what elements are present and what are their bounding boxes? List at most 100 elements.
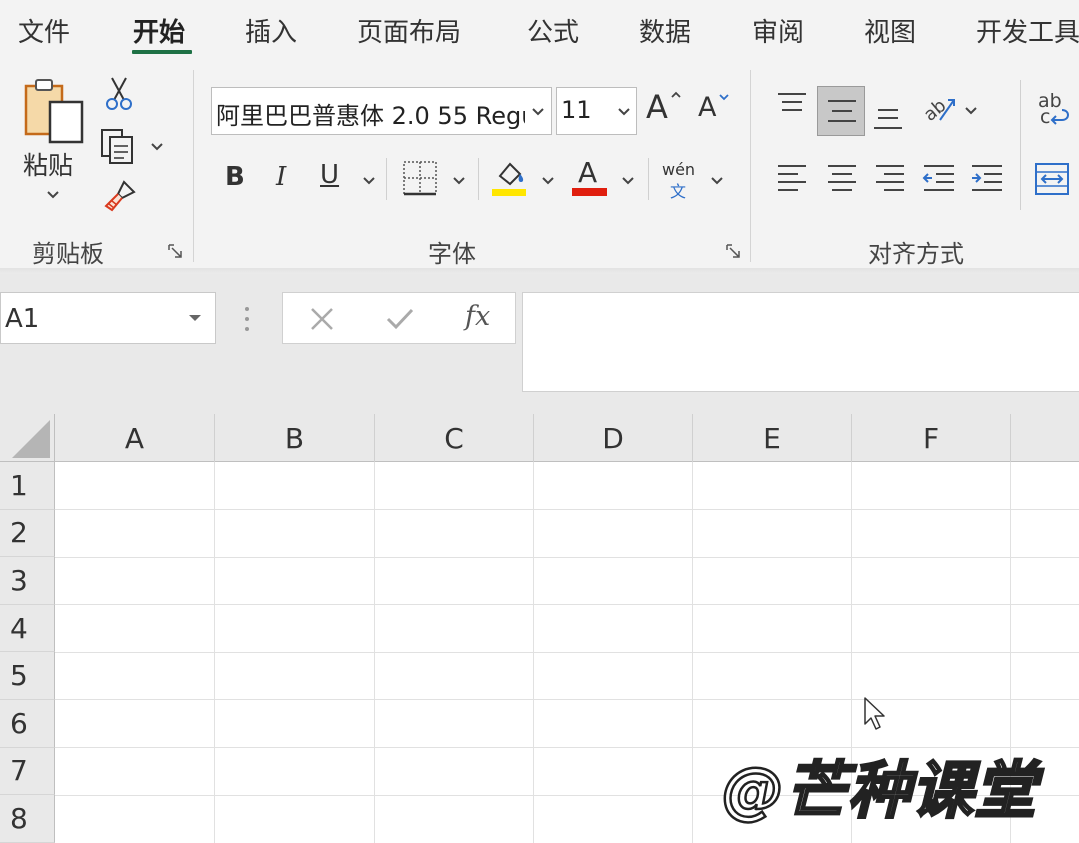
- underline-dropdown-icon[interactable]: [362, 176, 376, 186]
- font-size-value: 11: [561, 96, 592, 124]
- fill-color-icon[interactable]: [492, 158, 528, 198]
- insert-function-button[interactable]: fx: [465, 301, 490, 332]
- underline-button[interactable]: U: [320, 160, 339, 190]
- paste-icon: [24, 79, 84, 144]
- formula-bar-resize-handle-icon[interactable]: [242, 304, 252, 334]
- decrease-font-size-button[interactable]: A: [698, 90, 734, 130]
- divider: [478, 158, 479, 200]
- select-all-button[interactable]: [0, 414, 55, 462]
- chevron-down-icon: [532, 108, 544, 116]
- increase-indent-icon[interactable]: [970, 162, 1004, 194]
- bold-button[interactable]: B: [225, 162, 245, 192]
- row-header-4[interactable]: 4: [0, 604, 55, 653]
- caret-down-icon: [719, 94, 729, 101]
- tab-formulas[interactable]: 公式: [527, 12, 579, 49]
- phonetic-bottom-label: 文: [670, 182, 687, 201]
- grid-line: [55, 699, 1079, 701]
- paste-button[interactable]: 粘贴: [22, 76, 88, 216]
- chevron-down-icon: [618, 108, 630, 116]
- merge-center-icon[interactable]: [1034, 162, 1070, 196]
- row-header-1[interactable]: 1: [0, 462, 55, 510]
- divider: [386, 158, 387, 200]
- tab-home[interactable]: 开始: [133, 12, 185, 49]
- column-header-d[interactable]: D: [534, 414, 693, 462]
- wrap-arrow-icon: [1050, 109, 1069, 125]
- font-group-label: 字体: [428, 240, 476, 268]
- formula-bar-buttons: fx: [282, 292, 516, 344]
- tab-review[interactable]: 审阅: [752, 12, 804, 49]
- copy-dropdown-icon[interactable]: [150, 142, 164, 152]
- grid-line: [55, 604, 1079, 606]
- tab-page-layout[interactable]: 页面布局: [357, 12, 461, 49]
- clipboard-group-label: 剪贴板: [32, 240, 104, 268]
- tab-data[interactable]: 数据: [639, 12, 691, 49]
- caret-up-icon: [671, 91, 681, 98]
- phonetic-guide-button[interactable]: wén 文: [660, 160, 700, 201]
- increase-font-size-button[interactable]: A: [646, 86, 686, 130]
- row-header-3[interactable]: 3: [0, 557, 55, 605]
- align-center-icon[interactable]: [826, 162, 858, 194]
- divider: [1020, 80, 1021, 210]
- phonetic-dropdown-icon[interactable]: [710, 176, 724, 186]
- font-color-swatch: [572, 188, 607, 196]
- font-color-dropdown-icon[interactable]: [621, 176, 635, 186]
- column-header-b[interactable]: B: [215, 414, 375, 462]
- orientation-icon[interactable]: ab: [920, 90, 960, 126]
- phonetic-top-label: wén: [662, 160, 696, 179]
- align-right-icon[interactable]: [874, 162, 906, 194]
- clipboard-dialog-launcher-icon[interactable]: [168, 244, 184, 260]
- font-color-button[interactable]: A: [572, 156, 608, 198]
- name-box-value: A1: [5, 304, 40, 334]
- align-left-icon[interactable]: [776, 162, 808, 194]
- increase-font-size-label: A: [646, 88, 668, 126]
- tab-file[interactable]: 文件: [18, 12, 70, 49]
- row-header-5[interactable]: 5: [0, 652, 55, 700]
- font-dialog-launcher-icon[interactable]: [726, 244, 742, 260]
- formula-input[interactable]: [522, 292, 1079, 392]
- active-tab-indicator: [132, 50, 192, 54]
- cancel-entry-icon[interactable]: [309, 307, 335, 331]
- name-box-dropdown-icon[interactable]: [187, 313, 203, 323]
- paste-label: 粘贴: [23, 151, 74, 180]
- column-header-a[interactable]: A: [55, 414, 215, 462]
- font-name-value: 阿里巴巴普惠体 2.0 55 Regular: [216, 102, 552, 130]
- font-name-select[interactable]: 阿里巴巴普惠体 2.0 55 Regular: [211, 87, 552, 135]
- font-name-dropdown[interactable]: [525, 88, 551, 134]
- row-header-7[interactable]: 7: [0, 747, 55, 796]
- format-painter-icon[interactable]: [102, 178, 138, 214]
- wrap-text-button[interactable]: ab c: [1036, 90, 1072, 130]
- copy-icon[interactable]: [100, 128, 138, 164]
- decrease-indent-icon[interactable]: [922, 162, 956, 194]
- confirm-entry-icon[interactable]: [385, 307, 415, 331]
- middle-align-button[interactable]: [817, 86, 865, 136]
- fill-color-dropdown-icon[interactable]: [541, 176, 555, 186]
- italic-button[interactable]: I: [276, 162, 286, 192]
- tab-insert[interactable]: 插入: [245, 12, 297, 49]
- borders-icon[interactable]: [402, 160, 438, 196]
- name-box[interactable]: A1: [0, 292, 216, 344]
- column-header-e[interactable]: E: [693, 414, 852, 462]
- tab-developer[interactable]: 开发工具: [976, 12, 1079, 49]
- column-header-f[interactable]: F: [852, 414, 1011, 462]
- font-color-label: A: [578, 156, 598, 189]
- alignment-group-label: 对齐方式: [868, 240, 964, 268]
- top-align-icon[interactable]: [776, 92, 808, 120]
- tab-view[interactable]: 视图: [864, 12, 916, 49]
- font-size-select[interactable]: 11: [556, 87, 637, 135]
- orientation-dropdown-icon[interactable]: [964, 106, 978, 116]
- paste-dropdown-icon[interactable]: [46, 190, 60, 200]
- row-header-6[interactable]: 6: [0, 700, 55, 748]
- row-header-8[interactable]: 8: [0, 795, 55, 843]
- ribbon-tab-bar: 文件 开始 插入 页面布局 公式 数据 审阅 视图 开发工具: [0, 0, 1079, 62]
- cut-icon[interactable]: [104, 76, 134, 112]
- borders-dropdown-icon[interactable]: [452, 176, 466, 186]
- grid-line: [55, 556, 1079, 558]
- bottom-align-icon[interactable]: [872, 104, 904, 132]
- column-header-c[interactable]: C: [375, 414, 534, 462]
- group-separator: [750, 70, 751, 262]
- row-header-2[interactable]: 2: [0, 509, 55, 558]
- grid-line: [55, 651, 1079, 653]
- middle-align-icon: [828, 100, 856, 122]
- select-all-triangle-icon: [12, 420, 50, 458]
- fill-color-swatch: [492, 189, 526, 196]
